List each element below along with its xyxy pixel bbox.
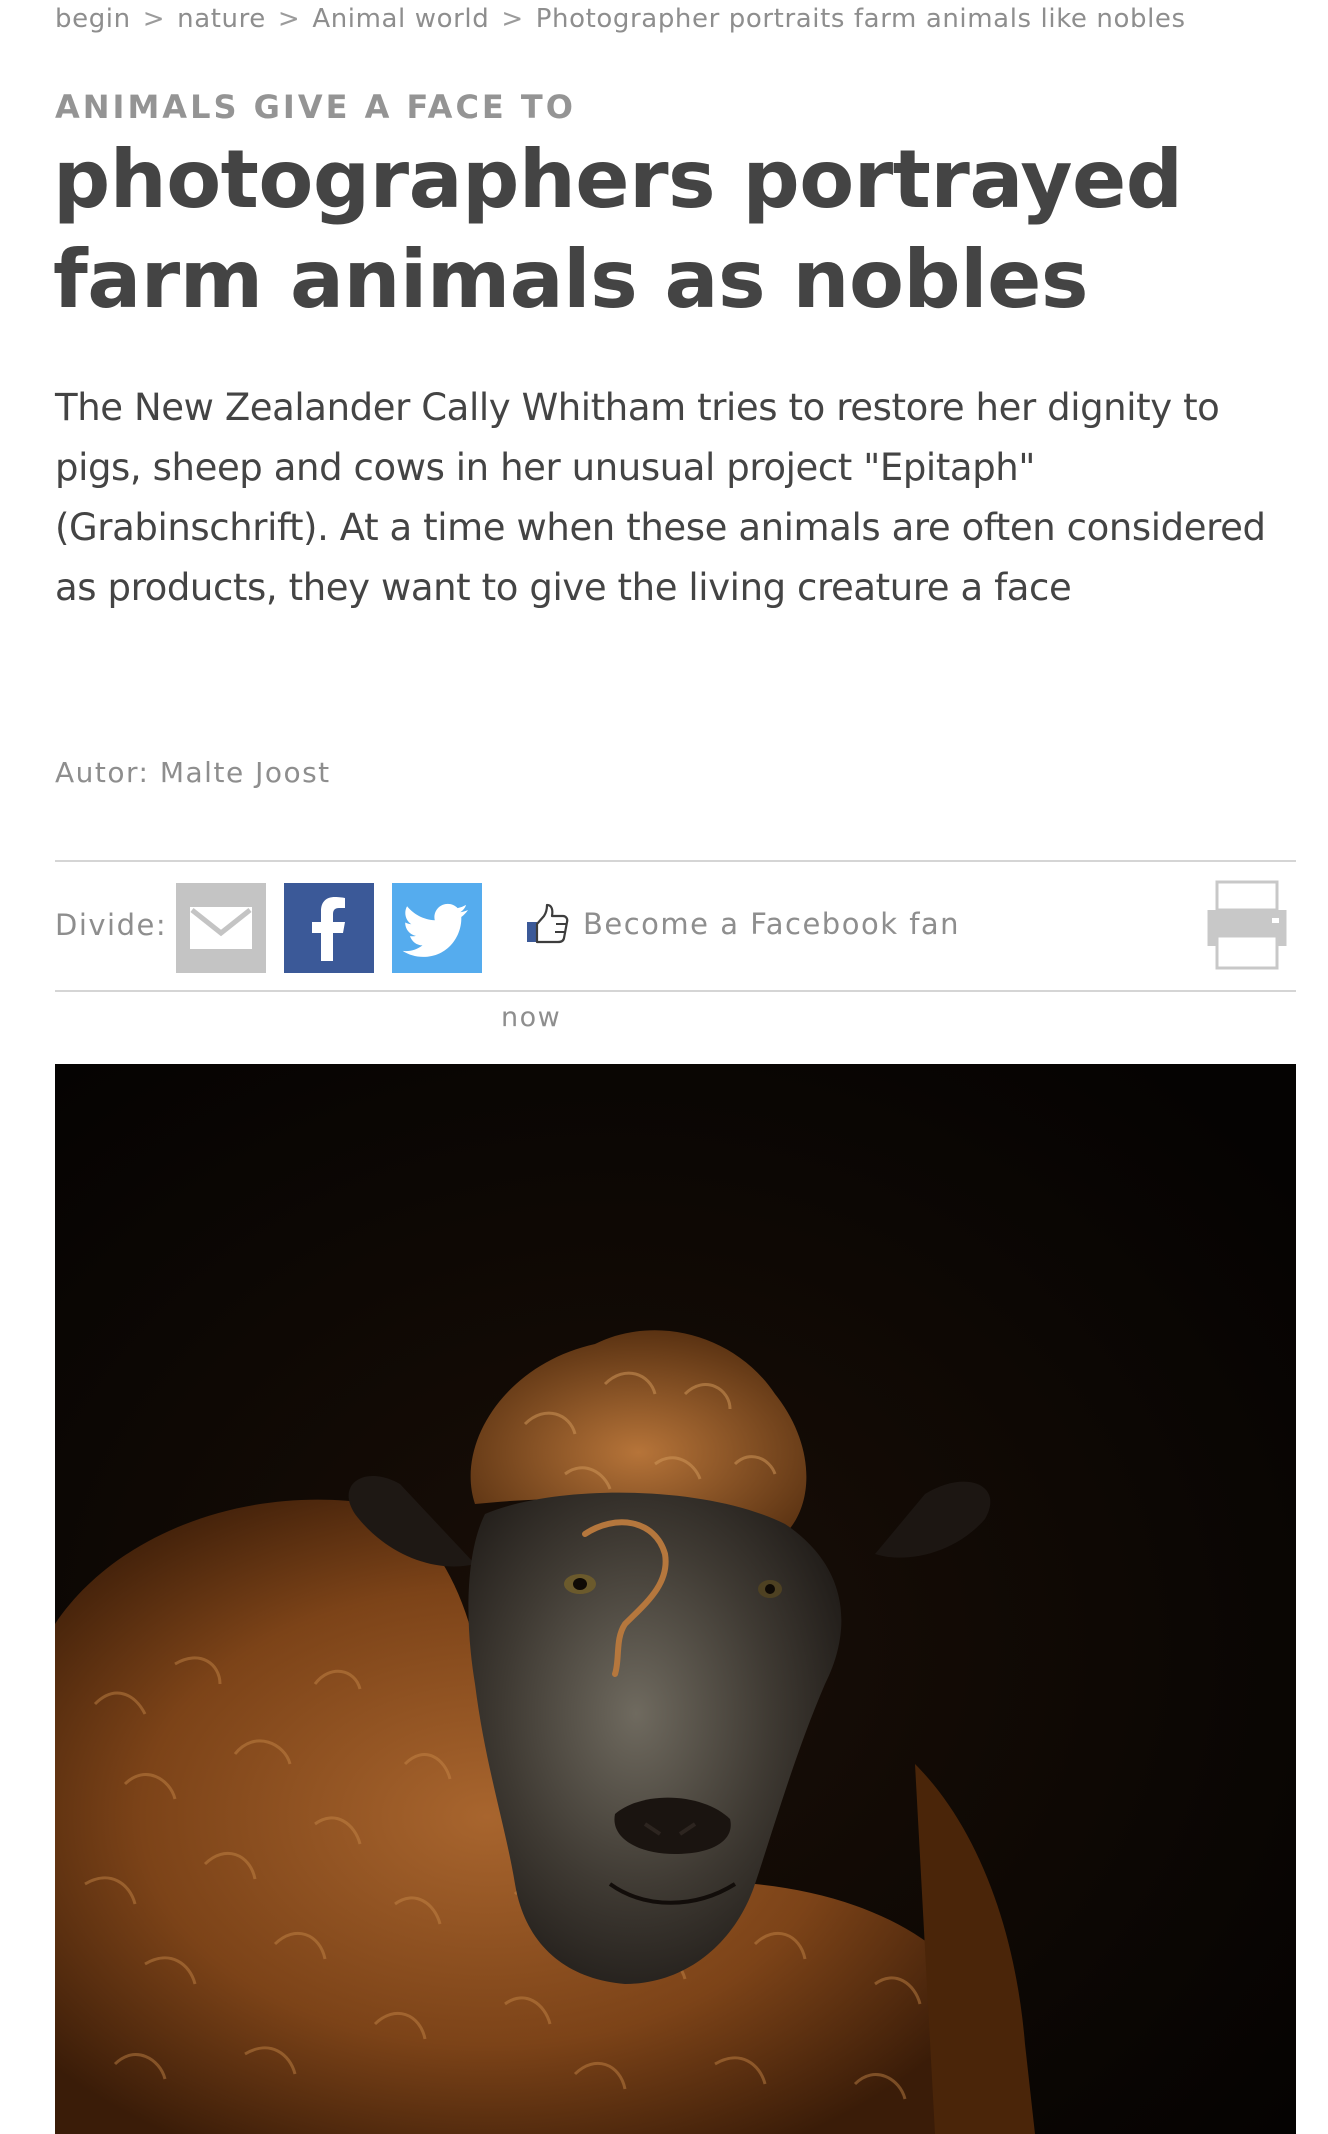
- breadcrumb-separator: >: [277, 4, 301, 34]
- share-now-label: now: [501, 1002, 562, 1033]
- facebook-fan-link[interactable]: Become a Facebook fan: [525, 902, 960, 946]
- mail-icon: [190, 907, 252, 949]
- article-kicker: ANIMALS GIVE A FACE TO: [55, 88, 576, 126]
- article-author: Autor: Malte Joost: [55, 756, 331, 789]
- share-facebook-button[interactable]: [284, 883, 374, 973]
- breadcrumb-item-begin[interactable]: begin: [55, 4, 131, 34]
- article-hero-image: [55, 1064, 1296, 2134]
- print-button[interactable]: [1206, 880, 1288, 970]
- article-lead: The New Zealander Cally Whitham tries to…: [55, 386, 1266, 609]
- breadcrumb-item-current-article[interactable]: Photographer portraits farm animals like…: [536, 4, 1186, 34]
- thumbs-up-icon: [525, 902, 571, 946]
- breadcrumb: begin > nature > Animal world > Photographer p…: [55, 4, 1186, 34]
- breadcrumb-item-nature[interactable]: nature: [177, 4, 266, 34]
- breadcrumb-item-animal-world[interactable]: Animal world: [312, 4, 489, 34]
- printer-icon: [1207, 880, 1287, 970]
- facebook-icon: [312, 897, 345, 961]
- breadcrumb-separator: >: [501, 4, 524, 34]
- breadcrumb-separator: >: [142, 4, 166, 34]
- share-email-button[interactable]: [176, 883, 266, 973]
- sheep-portrait-image: [55, 1064, 1296, 2134]
- share-label: Divide:: [55, 908, 168, 942]
- share-twitter-button[interactable]: [392, 883, 482, 973]
- twitter-icon: [402, 903, 468, 957]
- facebook-fan-label: Become a Facebook fan: [583, 907, 961, 941]
- article-title: photographers portrayed farm animals as …: [53, 133, 1183, 326]
- share-bar: Divide: Become a Facebook fan: [55, 860, 1296, 992]
